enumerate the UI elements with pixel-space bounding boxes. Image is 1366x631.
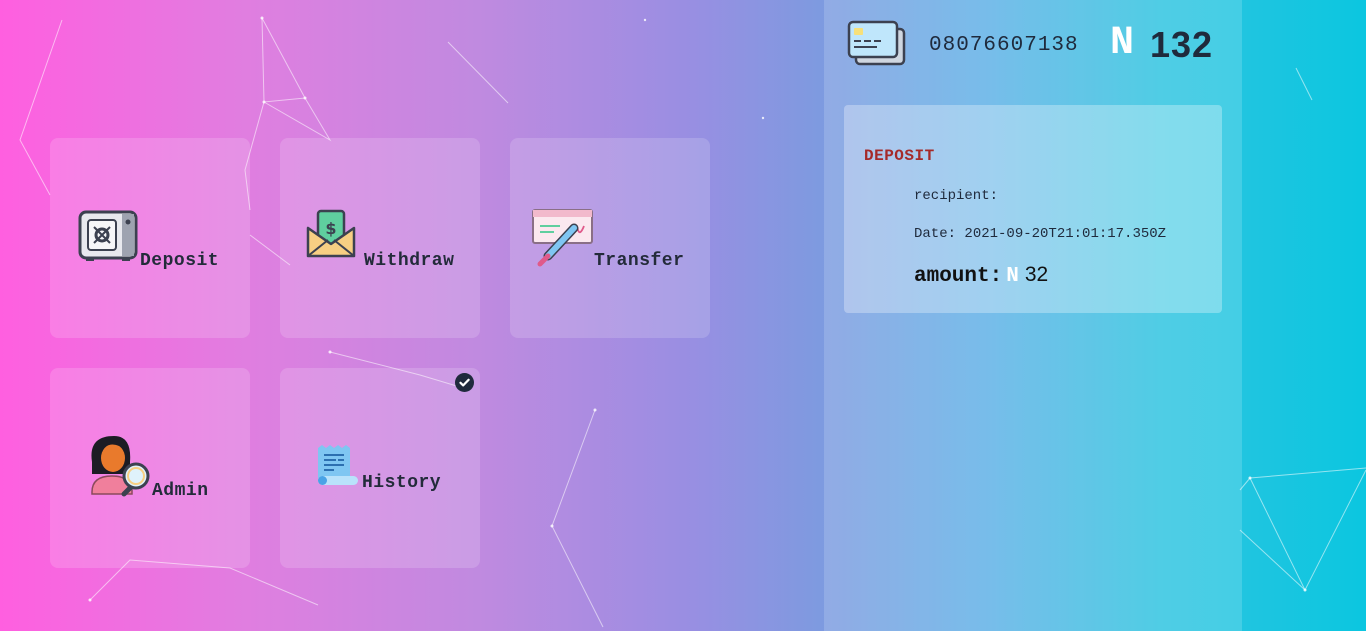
history-tile[interactable]: History: [280, 368, 480, 568]
cash-envelope-icon: $: [306, 208, 356, 265]
account-panel: [824, 0, 1242, 631]
date-value: 2021-09-20T21:01:17.350Z: [964, 226, 1167, 242]
deposit-tile[interactable]: Deposit: [50, 138, 250, 338]
selected-check-icon: [455, 373, 474, 392]
amount-currency-symbol: N: [1006, 265, 1019, 288]
svg-text:$: $: [325, 219, 336, 238]
account-balance: 132: [1150, 24, 1214, 65]
admin-search-icon: [86, 432, 154, 503]
amount-row: amount: N 32: [914, 263, 1048, 288]
withdraw-label: Withdraw: [364, 251, 455, 271]
transfer-tile[interactable]: Transfer: [510, 138, 710, 338]
amount-label: amount:: [914, 265, 1003, 288]
safe-icon: [78, 210, 138, 267]
amount-value: 32: [1024, 263, 1049, 286]
admin-label: Admin: [152, 481, 209, 501]
history-label: History: [362, 473, 442, 493]
id-card-icon: [847, 20, 907, 73]
admin-tile[interactable]: Admin: [50, 368, 250, 568]
recipient-row: recipient:: [914, 188, 998, 204]
date-label: Date:: [914, 226, 957, 242]
recipient-label: recipient:: [914, 188, 999, 204]
transaction-type: DEPOSIT: [864, 147, 935, 165]
deposit-label: Deposit: [140, 251, 220, 271]
transaction-card: DEPOSIT recipient: Date: 2021-09-20T21:0…: [844, 105, 1222, 313]
cheque-pen-icon: [532, 208, 594, 273]
transfer-label: Transfer: [594, 251, 685, 271]
balance-currency-symbol: N: [1110, 21, 1135, 66]
receipt-scroll-icon: [316, 444, 360, 491]
date-row: Date: 2021-09-20T21:01:17.350Z: [914, 226, 1166, 242]
account-number: 08076607138: [929, 34, 1079, 57]
withdraw-tile[interactable]: $ Withdraw: [280, 138, 480, 338]
